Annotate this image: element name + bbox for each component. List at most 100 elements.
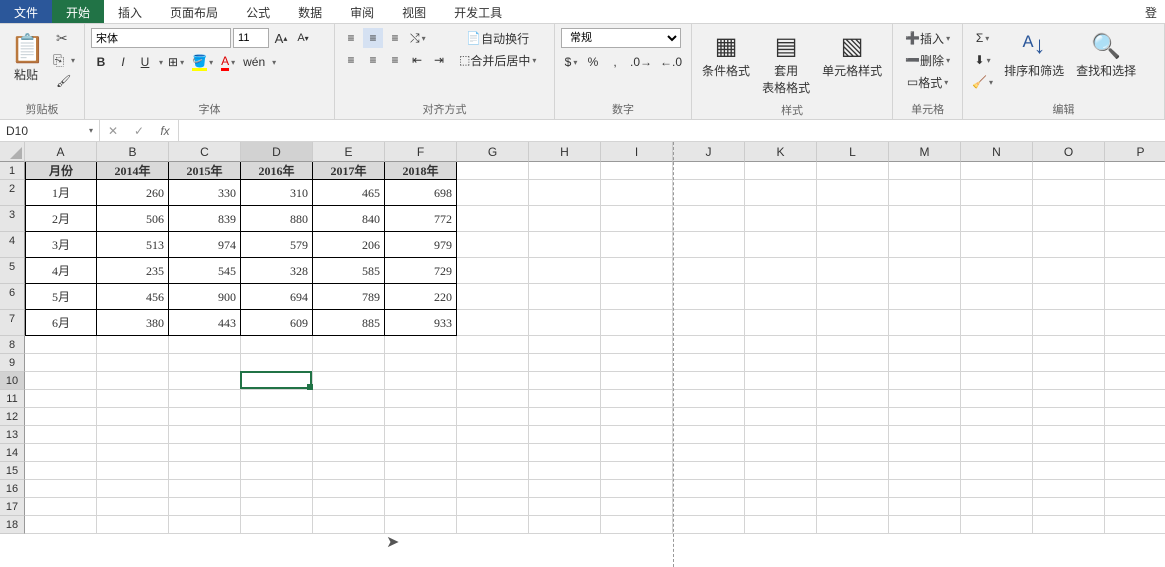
col-header-I[interactable]: I xyxy=(601,142,673,162)
cell-N1[interactable] xyxy=(961,162,1033,180)
row-header-8[interactable]: 8 xyxy=(0,336,25,354)
cell-D4[interactable]: 579 xyxy=(241,232,313,258)
cell-K12[interactable] xyxy=(745,408,817,426)
cell-J15[interactable] xyxy=(673,462,745,480)
cell-N3[interactable] xyxy=(961,206,1033,232)
cell-A4[interactable]: 3月 xyxy=(25,232,97,258)
col-header-D[interactable]: D xyxy=(241,142,313,162)
cell-C3[interactable]: 839 xyxy=(169,206,241,232)
cell-I6[interactable] xyxy=(601,284,673,310)
cell-N13[interactable] xyxy=(961,426,1033,444)
cell-D10[interactable] xyxy=(241,372,313,390)
cell-G15[interactable] xyxy=(457,462,529,480)
cell-D11[interactable] xyxy=(241,390,313,408)
cell-B15[interactable] xyxy=(97,462,169,480)
cell-N14[interactable] xyxy=(961,444,1033,462)
cell-P16[interactable] xyxy=(1105,480,1165,498)
cell-O16[interactable] xyxy=(1033,480,1105,498)
cell-O5[interactable] xyxy=(1033,258,1105,284)
cell-A15[interactable] xyxy=(25,462,97,480)
format-cells-button[interactable]: ▭ 格式▾ xyxy=(899,72,956,92)
cell-A11[interactable] xyxy=(25,390,97,408)
cell-D6[interactable]: 694 xyxy=(241,284,313,310)
cell-C10[interactable] xyxy=(169,372,241,390)
cell-F14[interactable] xyxy=(385,444,457,462)
cell-B12[interactable] xyxy=(97,408,169,426)
cell-M2[interactable] xyxy=(889,180,961,206)
tab-home[interactable]: 开始 xyxy=(52,0,104,23)
cell-N5[interactable] xyxy=(961,258,1033,284)
col-header-J[interactable]: J xyxy=(673,142,745,162)
cell-J17[interactable] xyxy=(673,498,745,516)
cell-A5[interactable]: 4月 xyxy=(25,258,97,284)
cell-K13[interactable] xyxy=(745,426,817,444)
cell-H13[interactable] xyxy=(529,426,601,444)
col-header-H[interactable]: H xyxy=(529,142,601,162)
delete-cells-button[interactable]: ➖ 删除▾ xyxy=(899,50,956,70)
format-painter-button[interactable] xyxy=(50,72,78,92)
cell-P13[interactable] xyxy=(1105,426,1165,444)
indent-inc-button[interactable]: ⇥ xyxy=(429,50,449,70)
cell-J1[interactable] xyxy=(673,162,745,180)
cell-B1[interactable]: 2014年 xyxy=(97,162,169,180)
cell-A16[interactable] xyxy=(25,480,97,498)
cell-E10[interactable] xyxy=(313,372,385,390)
cell-M15[interactable] xyxy=(889,462,961,480)
cell-C17[interactable] xyxy=(169,498,241,516)
cell-I16[interactable] xyxy=(601,480,673,498)
cell-I10[interactable] xyxy=(601,372,673,390)
cell-I13[interactable] xyxy=(601,426,673,444)
cell-B4[interactable]: 513 xyxy=(97,232,169,258)
col-header-K[interactable]: K xyxy=(745,142,817,162)
cell-J14[interactable] xyxy=(673,444,745,462)
cell-F13[interactable] xyxy=(385,426,457,444)
chevron-down-icon[interactable]: ▾ xyxy=(272,58,276,67)
chevron-down-icon[interactable]: ▾ xyxy=(89,126,93,135)
cell-H3[interactable] xyxy=(529,206,601,232)
cell-F11[interactable] xyxy=(385,390,457,408)
cell-F10[interactable] xyxy=(385,372,457,390)
cell-I18[interactable] xyxy=(601,516,673,534)
cell-F9[interactable] xyxy=(385,354,457,372)
cell-K6[interactable] xyxy=(745,284,817,310)
row-header-17[interactable]: 17 xyxy=(0,498,25,516)
indent-dec-button[interactable]: ⇤ xyxy=(407,50,427,70)
row-header-12[interactable]: 12 xyxy=(0,408,25,426)
cell-I4[interactable] xyxy=(601,232,673,258)
cell-G13[interactable] xyxy=(457,426,529,444)
cell-N4[interactable] xyxy=(961,232,1033,258)
row-header-6[interactable]: 6 xyxy=(0,284,25,310)
insert-cells-button[interactable]: ➕ 插入▾ xyxy=(899,28,956,48)
cell-G16[interactable] xyxy=(457,480,529,498)
find-select-button[interactable]: 🔍 查找和选择 xyxy=(1072,28,1140,83)
cell-J10[interactable] xyxy=(673,372,745,390)
cell-A3[interactable]: 2月 xyxy=(25,206,97,232)
name-box[interactable]: D10 ▾ xyxy=(0,120,100,141)
cell-L8[interactable] xyxy=(817,336,889,354)
cell-J9[interactable] xyxy=(673,354,745,372)
cell-H15[interactable] xyxy=(529,462,601,480)
cell-D14[interactable] xyxy=(241,444,313,462)
row-header-15[interactable]: 15 xyxy=(0,462,25,480)
cell-L3[interactable] xyxy=(817,206,889,232)
cell-L15[interactable] xyxy=(817,462,889,480)
cell-F18[interactable] xyxy=(385,516,457,534)
cell-L7[interactable] xyxy=(817,310,889,336)
cell-H17[interactable] xyxy=(529,498,601,516)
row-header-13[interactable]: 13 xyxy=(0,426,25,444)
font-name-input[interactable] xyxy=(91,28,231,48)
cell-A1[interactable]: 月份 xyxy=(25,162,97,180)
cell-K5[interactable] xyxy=(745,258,817,284)
cell-B11[interactable] xyxy=(97,390,169,408)
cell-H1[interactable] xyxy=(529,162,601,180)
cell-M13[interactable] xyxy=(889,426,961,444)
cell-M3[interactable] xyxy=(889,206,961,232)
cell-B14[interactable] xyxy=(97,444,169,462)
cell-G17[interactable] xyxy=(457,498,529,516)
tab-review[interactable]: 审阅 xyxy=(336,0,388,23)
cell-C14[interactable] xyxy=(169,444,241,462)
cell-J16[interactable] xyxy=(673,480,745,498)
col-header-A[interactable]: A xyxy=(25,142,97,162)
cell-H2[interactable] xyxy=(529,180,601,206)
cell-F1[interactable]: 2018年 xyxy=(385,162,457,180)
